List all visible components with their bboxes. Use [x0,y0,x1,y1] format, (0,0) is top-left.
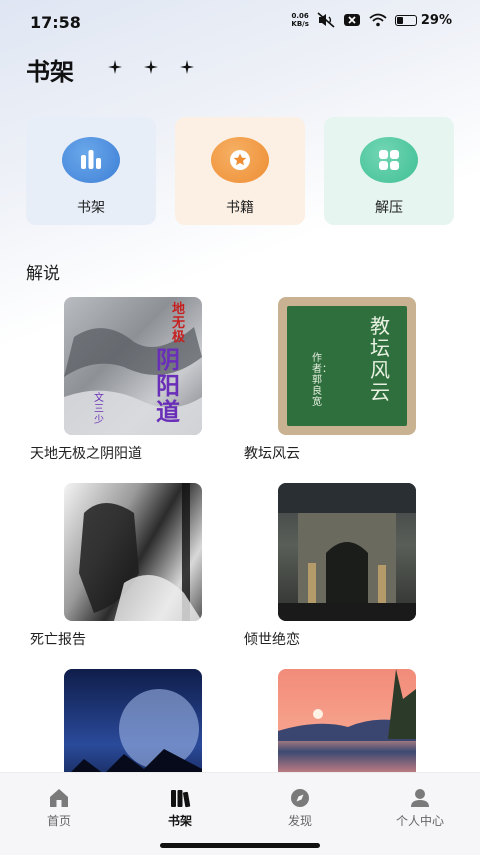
tab-label: 首页 [46,814,71,828]
book-item[interactable]: 死亡报告 [30,483,230,649]
category-label: 解压 [375,200,403,216]
category-label: 书架 [77,200,105,216]
book-title: 教坛风云 [244,446,300,462]
battery-fill [396,16,403,24]
bar-chart-icon [62,137,120,183]
sparkle-icon [180,60,194,74]
star-icon [211,137,269,183]
cover-top-text: 地无极 [172,302,186,345]
tab-bookshelf[interactable]: 书架 [130,787,230,829]
status-bar: 17:58 0.06 KB/s 29% [0,0,480,44]
tab-profile[interactable]: 个人中心 [370,787,470,829]
category-relax[interactable]: 解压 [324,117,454,225]
sparkle-icon [108,60,122,74]
battery-percent: 29% [420,12,452,28]
tab-home[interactable]: 首页 [9,787,109,829]
wifi-icon [369,13,387,27]
cover-main-text: 教坛风云 [370,314,390,404]
tab-label: 发现 [287,814,312,828]
net-speed-value: 0.06 [291,12,309,20]
status-icons: 0.06 KB/s 29% [291,12,452,28]
cover-side-text: 作者：郭良宽 [312,353,332,408]
book-cover: 地无极 阴阳道 文三少 [64,297,202,435]
tab-label: 个人中心 [395,814,444,828]
books-icon [171,790,191,808]
tab-discover[interactable]: 发现 [250,787,350,829]
category-bookshelf[interactable]: 书架 [26,117,156,225]
book-title: 倾世绝恋 [244,632,300,648]
category-label: 书籍 [226,200,254,216]
tab-label: 书架 [167,814,192,828]
compass-icon [291,789,309,807]
home-icon [50,789,68,807]
status-time: 17:58 [30,13,81,32]
person-icon [411,789,429,807]
book-cover [64,483,202,621]
book-title: 死亡报告 [30,632,86,648]
category-books[interactable]: 书籍 [175,117,305,225]
net-speed: 0.06 KB/s [291,12,308,28]
book-item[interactable]: 教坛风云 作者：郭良宽 教坛风云 [244,297,444,463]
net-speed-unit: KB/s [291,20,309,28]
cover-main-text: 阴阳道 [156,346,180,426]
book-cover: 教坛风云 作者：郭良宽 [278,297,416,435]
cover-side-text: 文三少 [94,393,104,426]
book-item[interactable]: 地无极 阴阳道 文三少 天地无极之阴阳道 [30,297,230,463]
section-title: 解说 [26,264,60,284]
sparkle-icon [144,60,158,74]
page-title: 书架 [26,58,74,86]
mute-icon [317,12,335,28]
book-cover [278,483,416,621]
battery: 29% [394,12,452,28]
book-title: 天地无极之阴阳道 [30,446,142,462]
book-item[interactable]: 倾世绝恋 [244,483,444,649]
grid-icon [360,137,418,183]
title-decoration [108,60,194,74]
home-indicator [160,843,320,848]
battery-icon [394,14,417,26]
blocked-icon [343,14,360,26]
